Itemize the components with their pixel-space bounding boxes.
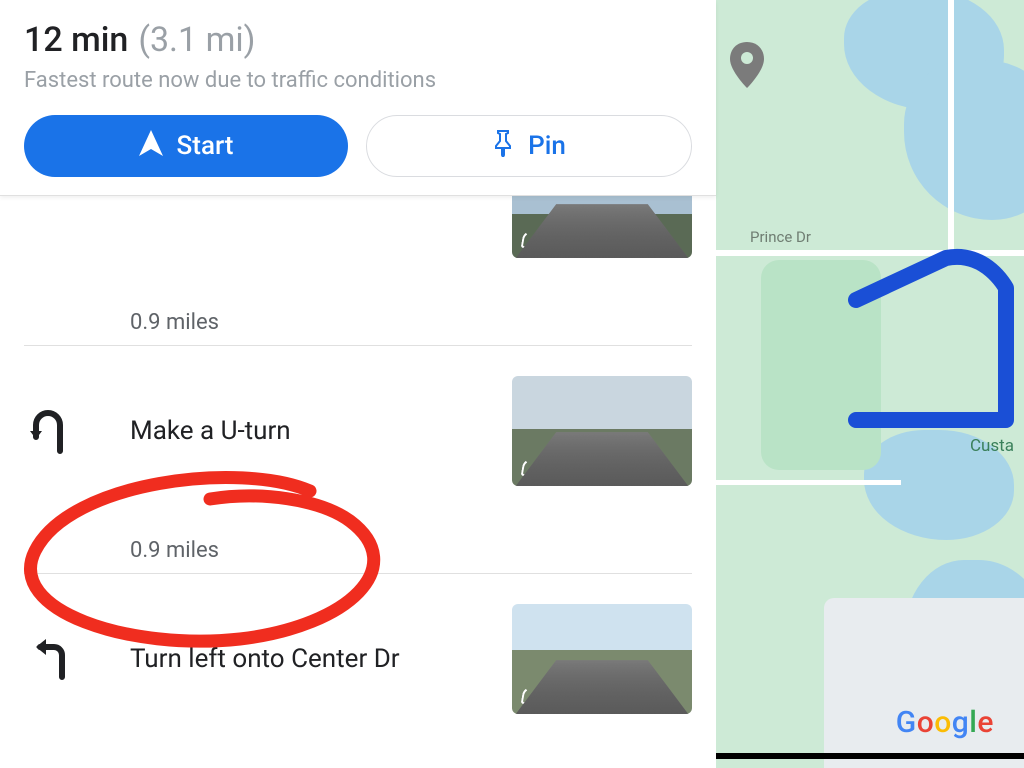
- map-pin-icon[interactable]: [730, 42, 764, 92]
- route-duration: 12 min: [24, 20, 128, 60]
- pin-icon: [492, 129, 514, 164]
- direction-step[interactable]: 0.1 miles: [0, 738, 716, 768]
- step-distance: 0.1 miles: [24, 738, 692, 768]
- pin-button[interactable]: Pin: [366, 115, 692, 177]
- start-button[interactable]: Start: [24, 115, 348, 177]
- route-subtitle: Fastest route now due to traffic conditi…: [24, 68, 692, 93]
- direction-step[interactable]: 0.9 miles Make a U-turn: [0, 282, 716, 510]
- turn-left-icon: [24, 637, 80, 681]
- navigate-arrow-icon: [139, 130, 163, 163]
- uturn-icon: [24, 407, 80, 455]
- streetview-thumbnail[interactable]: [512, 604, 692, 714]
- pin-button-label: Pin: [528, 131, 566, 161]
- directions-panel: 12 min (3.1 mi) Fastest route now due to…: [0, 0, 716, 768]
- map-canvas[interactable]: Prince Dr Custa Google: [716, 0, 1024, 768]
- streetview-thumbnail[interactable]: [512, 196, 692, 258]
- route-distance: (3.1 mi): [138, 20, 255, 60]
- step-instruction: Turn left onto Center Dr: [80, 644, 512, 674]
- direction-step[interactable]: [0, 196, 716, 282]
- route-polyline: [716, 0, 1024, 768]
- step-distance: 0.9 miles: [24, 510, 692, 574]
- streetview-thumbnail[interactable]: [512, 376, 692, 486]
- direction-step[interactable]: 0.9 miles Turn left onto Center Dr: [0, 510, 716, 738]
- steps-list[interactable]: 0.9 miles Make a U-turn 0.9 miles Turn l…: [0, 196, 716, 768]
- route-header: 12 min (3.1 mi) Fastest route now due to…: [0, 0, 716, 196]
- map-scale-bar: [716, 753, 1024, 759]
- step-instruction: Make a U-turn: [80, 416, 512, 446]
- start-button-label: Start: [177, 131, 234, 161]
- map-attribution: Google: [896, 705, 994, 740]
- step-distance: 0.9 miles: [24, 282, 692, 346]
